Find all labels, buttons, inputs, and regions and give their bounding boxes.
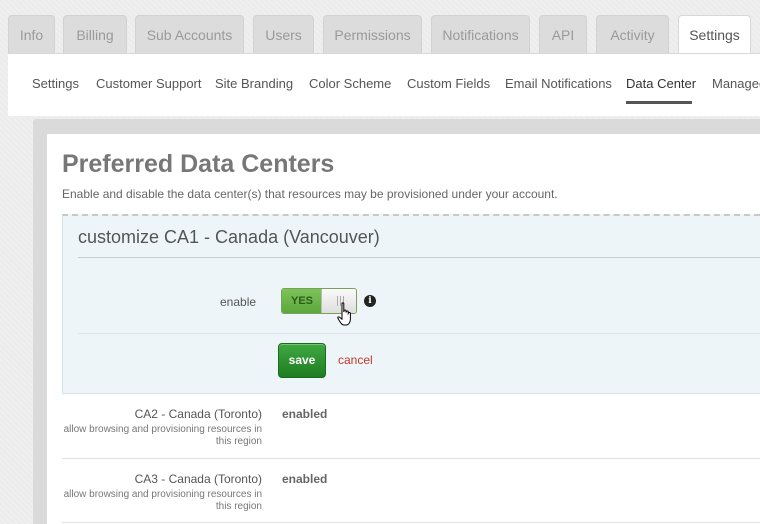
tab-permissions[interactable]: Permissions [323,15,422,53]
enable-label: enable [220,295,257,309]
toggle-yes-label: YES [282,289,322,313]
tab-notifications[interactable]: Notifications [431,15,530,53]
tab-users[interactable]: Users [253,15,314,53]
tab-settings[interactable]: Settings [678,15,751,55]
info-icon[interactable]: i [364,295,376,307]
subnav-site-branding[interactable]: Site Branding [215,76,293,91]
region-row: CA3 - Canada (Toronto) allow browsing an… [62,459,760,524]
page-title: Preferred Data Centers [62,150,335,178]
tab-billing[interactable]: Billing [63,15,127,53]
subnav-custom-fields[interactable]: Custom Fields [407,76,490,91]
subnav-color-scheme[interactable]: Color Scheme [309,76,391,91]
region-name: CA3 - Canada (Toronto) [134,472,262,486]
region-name: CA2 - Canada (Toronto) [134,407,262,421]
tab-sub-accounts[interactable]: Sub Accounts [135,15,244,53]
region-row: CA2 - Canada (Toronto) allow browsing an… [62,394,760,458]
active-subnav-indicator [626,101,692,104]
tab-info[interactable]: Info [8,15,55,53]
settings-subnav: Settings Customer Support Site Branding … [8,53,760,116]
subnav-settings[interactable]: Settings [32,76,79,91]
subnav-customer-support[interactable]: Customer Support [96,76,202,91]
cancel-link[interactable]: cancel [338,353,373,367]
page-description: Enable and disable the data center(s) th… [62,187,558,201]
tab-api[interactable]: API [539,15,587,53]
region-description: allow browsing and provisioning resource… [63,424,262,447]
region-description: allow browsing and provisioning resource… [63,489,262,512]
divider [78,257,760,258]
hand-cursor-icon [337,302,351,326]
row-divider [62,522,760,523]
edit-title: customize CA1 - Canada (Vancouver) [78,227,380,247]
region-status: enabled [282,472,328,486]
tab-activity[interactable]: Activity [596,15,669,53]
region-status: enabled [282,407,328,421]
save-button[interactable]: save [278,343,326,378]
subnav-data-center[interactable]: Data Center [626,76,696,91]
subnav-email-notifications[interactable]: Email Notifications [505,76,612,91]
subnav-managed[interactable]: Managed [712,76,760,91]
divider [78,333,760,334]
